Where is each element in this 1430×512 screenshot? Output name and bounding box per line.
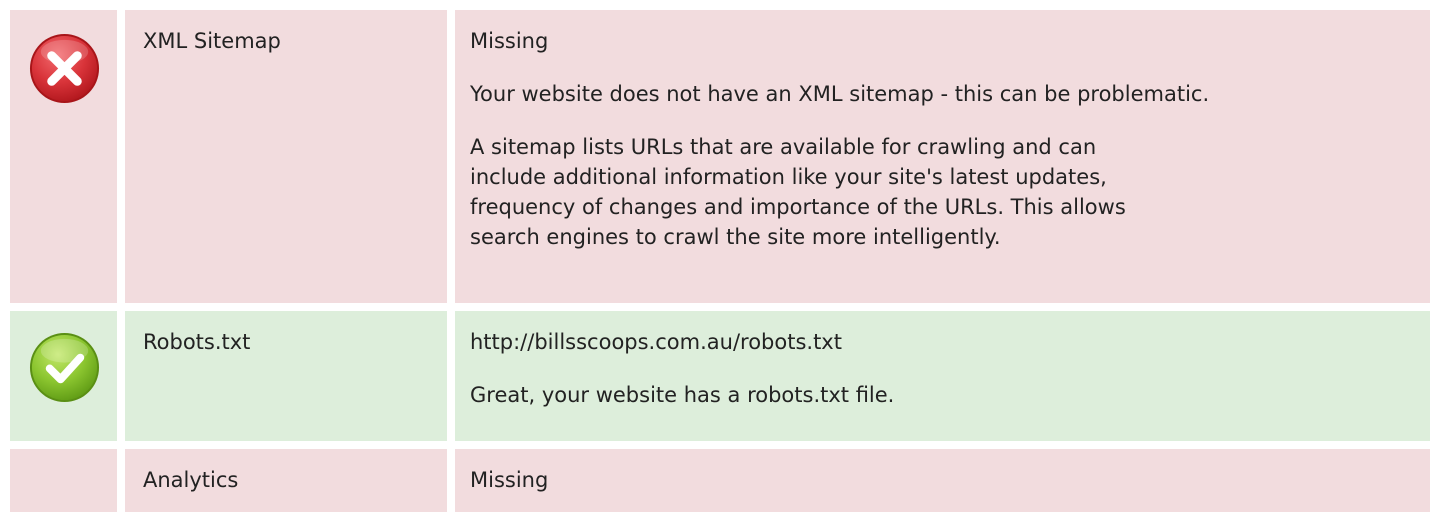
check-name-cell: Robots.txt: [125, 311, 447, 441]
check-name-cell: Analytics: [125, 449, 447, 512]
check-name-cell: XML Sitemap: [125, 10, 447, 303]
check-message: Your website does not have an XML sitema…: [470, 82, 1210, 106]
check-description: A sitemap lists URLs that are available …: [470, 135, 1126, 249]
check-detail-cell: Missing Your website does not have an XM…: [455, 10, 1430, 303]
check-value: Missing: [470, 468, 549, 492]
status-cell: [10, 311, 117, 441]
success-check-icon: [29, 332, 100, 403]
check-name: Analytics: [143, 468, 239, 492]
seo-report-table: XML Sitemap Missing Your website does no…: [0, 0, 1430, 512]
check-detail-cell: http://billsscoops.com.au/robots.txt Gre…: [455, 311, 1430, 441]
check-value: Missing: [470, 29, 549, 53]
report-row-xml-sitemap: XML Sitemap Missing Your website does no…: [0, 10, 1430, 303]
status-cell: [10, 449, 117, 512]
check-message: Great, your website has a robots.txt fil…: [470, 383, 895, 407]
check-name: Robots.txt: [143, 330, 251, 354]
check-detail-cell: Missing: [455, 449, 1430, 512]
check-name: XML Sitemap: [143, 29, 281, 53]
status-cell: [10, 10, 117, 303]
error-x-icon: [29, 33, 100, 104]
robots-url-link[interactable]: http://billsscoops.com.au/robots.txt: [470, 327, 1430, 357]
report-row-analytics: Analytics Missing: [0, 449, 1430, 512]
report-row-robots-txt: Robots.txt http://billsscoops.com.au/rob…: [0, 311, 1430, 441]
